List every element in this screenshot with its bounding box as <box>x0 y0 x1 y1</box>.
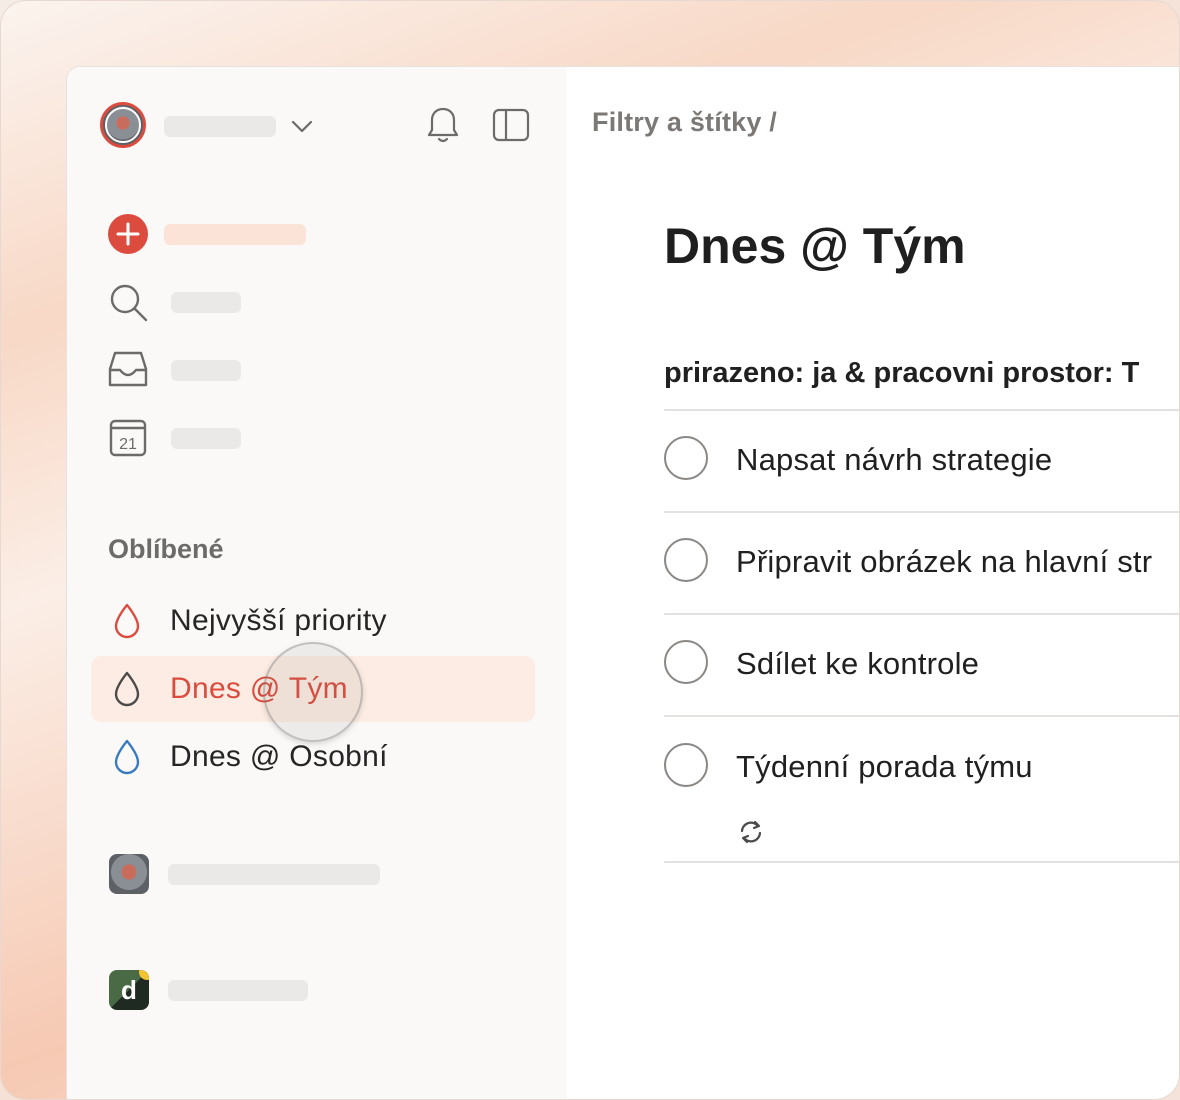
team-avatar[interactable] <box>109 854 149 894</box>
inbox-label-placeholder <box>171 360 241 381</box>
svg-text:21: 21 <box>119 436 137 453</box>
task-row[interactable]: Týdenní porada týmu <box>664 717 1179 861</box>
cursor-highlight <box>263 642 363 742</box>
inbox-icon <box>108 351 148 387</box>
sidebar-toggle-icon[interactable] <box>491 105 531 145</box>
filter-drop-icon <box>114 739 140 775</box>
chevron-down-icon[interactable] <box>289 114 315 140</box>
recurring-icon <box>740 820 762 844</box>
task-title[interactable]: Sdílet ke kontrole <box>736 646 979 682</box>
workspace-letter: d <box>121 974 137 1005</box>
filter-drop-icon <box>114 603 140 639</box>
task-title[interactable]: Týdenní porada týmu <box>736 749 1033 785</box>
sidebar: 21 Oblíbené Nejvyšší priority Dnes @ Tým… <box>67 67 567 1099</box>
user-avatar[interactable] <box>100 102 146 148</box>
app-window: 21 Oblíbené Nejvyšší priority Dnes @ Tým… <box>66 66 1179 1099</box>
section-header: prirazeno: ja & pracovni prostor: T <box>664 357 1140 389</box>
workspace-logo[interactable]: d <box>109 970 149 1010</box>
main-content: Filtry a štítky / Dnes @ Tým prirazeno: … <box>567 67 1179 1099</box>
search-nav-item[interactable] <box>107 281 149 323</box>
search-icon <box>110 284 148 322</box>
today-nav-item[interactable]: 21 <box>107 417 149 459</box>
task-row[interactable]: Připravit obrázek na hlavní str <box>664 512 1179 614</box>
background-frame: 21 Oblíbené Nejvyšší priority Dnes @ Tým… <box>0 0 1180 1100</box>
task-row[interactable]: Sdílet ke kontrole <box>664 614 1179 716</box>
filter-drop-icon <box>114 671 140 707</box>
task-checkbox[interactable] <box>664 743 708 787</box>
bell-icon[interactable] <box>423 105 463 145</box>
today-label-placeholder <box>171 428 241 449</box>
workspace-name-placeholder[interactable] <box>168 980 308 1001</box>
add-task-button[interactable] <box>107 213 149 255</box>
search-label-placeholder <box>171 292 241 313</box>
add-task-icon <box>108 214 148 254</box>
task-checkbox[interactable] <box>664 538 708 582</box>
task-title[interactable]: Napsat návrh strategie <box>736 442 1052 478</box>
team-name-placeholder[interactable] <box>168 864 380 885</box>
task-row[interactable]: Napsat návrh strategie <box>664 410 1179 512</box>
favorite-label: Nejvyšší priority <box>170 604 387 637</box>
user-name-placeholder[interactable] <box>164 116 276 137</box>
page-title: Dnes @ Tým <box>664 218 966 274</box>
breadcrumb[interactable]: Filtry a štítky / <box>592 107 777 138</box>
calendar-icon: 21 <box>109 419 147 457</box>
inbox-nav-item[interactable] <box>107 349 149 391</box>
task-checkbox[interactable] <box>664 436 708 480</box>
task-checkbox[interactable] <box>664 640 708 684</box>
divider <box>664 861 1179 863</box>
task-title[interactable]: Připravit obrázek na hlavní str <box>736 544 1152 580</box>
favorites-section-title: Oblíbené <box>108 534 224 564</box>
favorite-label: Dnes @ Osobní <box>170 740 388 773</box>
add-task-label-placeholder <box>164 224 306 245</box>
